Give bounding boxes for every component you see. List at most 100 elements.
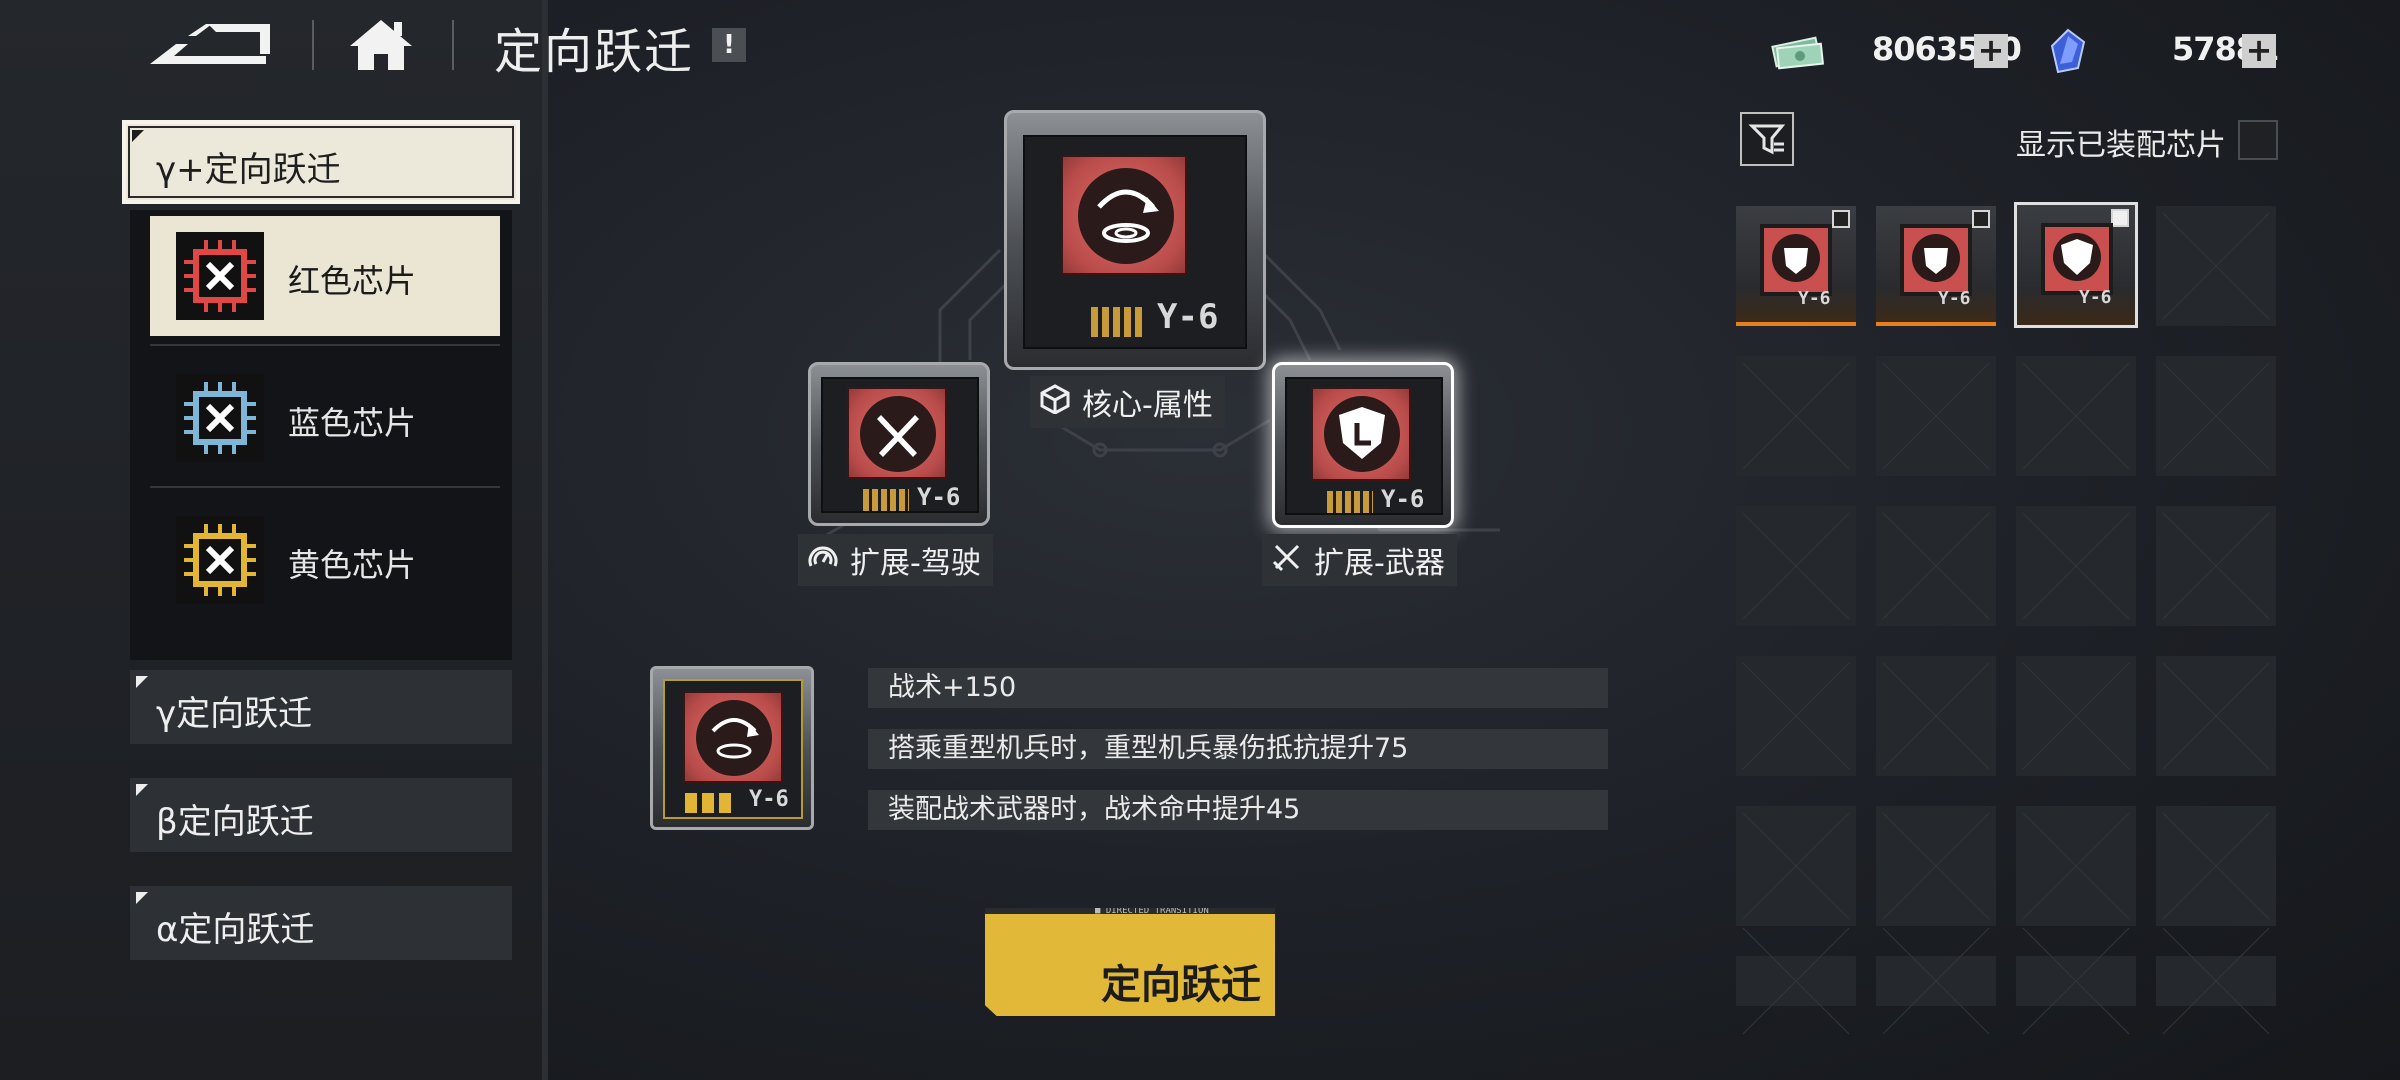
category-gamma[interactable]: γ定向跃迁 bbox=[130, 670, 512, 744]
empty-slot[interactable] bbox=[2156, 806, 2276, 926]
empty-slot[interactable] bbox=[2156, 356, 2276, 476]
speedometer-icon bbox=[808, 546, 838, 567]
back-arrow-icon bbox=[150, 24, 270, 64]
page-title: 定向跃迁 bbox=[494, 24, 695, 80]
weapon-chip-slot[interactable]: Y-6 bbox=[1272, 362, 1454, 528]
node-label-text: 扩展-驾驶 bbox=[850, 546, 981, 581]
cube-icon bbox=[1040, 384, 1070, 414]
empty-slot[interactable] bbox=[1876, 956, 1996, 1006]
inventory-chip-slot[interactable]: Y-6 bbox=[1876, 206, 1996, 326]
chip-tag: Y-6 bbox=[917, 483, 961, 511]
shield-icon bbox=[1324, 396, 1400, 472]
empty-slot[interactable] bbox=[2016, 806, 2136, 926]
filter-icon bbox=[1748, 124, 1786, 155]
divider bbox=[312, 20, 314, 70]
back-button[interactable] bbox=[148, 18, 272, 70]
chip-pins bbox=[863, 489, 909, 511]
directed-transition-button[interactable]: ■ DIRECTED TRANSITION 定向跃迁 bbox=[985, 908, 1275, 1016]
crossed-swords-icon bbox=[860, 396, 936, 472]
yellow-chip-icon bbox=[176, 516, 264, 604]
chip-face bbox=[1311, 387, 1411, 481]
chip-item-red[interactable]: 红色芯片 bbox=[150, 216, 500, 336]
cash-stack-icon bbox=[1770, 28, 1826, 72]
category-label: γ定向跃迁 bbox=[156, 694, 313, 734]
home-button[interactable] bbox=[348, 16, 414, 72]
home-icon bbox=[350, 20, 412, 70]
corner-mark bbox=[136, 784, 148, 796]
chip-label: 蓝色芯片 bbox=[288, 404, 417, 442]
corner-mark bbox=[132, 130, 144, 142]
button-subtext: ■ DIRECTED TRANSITION bbox=[1095, 906, 1209, 916]
empty-slot[interactable] bbox=[2016, 506, 2136, 626]
info-icon[interactable]: ! bbox=[712, 28, 746, 62]
chip-pins bbox=[685, 793, 735, 813]
add-crystal-button[interactable]: + bbox=[2242, 34, 2276, 68]
inventory-chip-slot[interactable]: Y-6 bbox=[1736, 206, 1856, 326]
chip-tag: Y-6 bbox=[1157, 297, 1219, 337]
divider bbox=[150, 486, 500, 488]
attribute-row: 战术+150 bbox=[868, 668, 1608, 708]
empty-slot[interactable] bbox=[1736, 806, 1856, 926]
divider bbox=[150, 344, 500, 346]
blue-crystal-icon bbox=[2048, 28, 2088, 74]
category-label: γ+定向跃迁 bbox=[156, 150, 341, 190]
chip-pins bbox=[1327, 491, 1373, 513]
empty-slot[interactable] bbox=[1876, 656, 1996, 776]
divider bbox=[452, 20, 454, 70]
preview-chip: Y-6 bbox=[650, 666, 814, 830]
empty-slot[interactable] bbox=[1736, 356, 1856, 476]
empty-slot[interactable] bbox=[1736, 956, 1856, 1006]
chip-label: 红色芯片 bbox=[288, 262, 417, 300]
corner-mark bbox=[136, 676, 148, 688]
inventory-chip-slot-selected[interactable]: Y-6 bbox=[2014, 202, 2138, 328]
blue-chip-icon bbox=[176, 374, 264, 462]
empty-slot[interactable] bbox=[1736, 506, 1856, 626]
chip-tag: Y-6 bbox=[1381, 485, 1425, 513]
empty-slot[interactable] bbox=[2016, 656, 2136, 776]
drive-node-label: 扩展-驾驶 bbox=[798, 534, 993, 586]
empty-slot[interactable] bbox=[2016, 356, 2136, 476]
category-alpha[interactable]: α定向跃迁 bbox=[130, 886, 512, 960]
chip-label: 黄色芯片 bbox=[288, 546, 417, 584]
button-label: 定向跃迁 bbox=[1101, 962, 1261, 1008]
crossed-swords-icon bbox=[1272, 544, 1300, 572]
attribute-row: 搭乘重型机兵时，重型机兵暴伤抵抗提升75 bbox=[868, 729, 1608, 769]
core-node-label: 核心-属性 bbox=[1030, 376, 1225, 428]
drive-chip-slot[interactable]: Y-6 bbox=[808, 362, 990, 526]
empty-slot[interactable] bbox=[1876, 506, 1996, 626]
node-label-text: 扩展-武器 bbox=[1314, 546, 1445, 581]
node-label-text: 核心-属性 bbox=[1082, 388, 1213, 423]
empty-slot[interactable] bbox=[2156, 506, 2276, 626]
attribute-row: 装配战术武器时，战术命中提升45 bbox=[868, 790, 1608, 830]
show-equipped-checkbox[interactable] bbox=[2238, 120, 2278, 160]
empty-slot[interactable] bbox=[2156, 656, 2276, 776]
category-beta[interactable]: β定向跃迁 bbox=[130, 778, 512, 852]
core-chip-slot[interactable]: Y-6 bbox=[1004, 110, 1266, 370]
filter-button[interactable] bbox=[1740, 112, 1794, 166]
chip-tag: Y-6 bbox=[749, 787, 789, 812]
chip-face bbox=[1061, 155, 1187, 275]
empty-slot[interactable] bbox=[1876, 356, 1996, 476]
arrow-swirl-icon bbox=[1078, 168, 1174, 264]
chip-item-blue[interactable]: 蓝色芯片 bbox=[150, 358, 500, 478]
empty-slot[interactable] bbox=[2156, 206, 2276, 326]
chip-pins bbox=[1091, 307, 1145, 337]
corner-mark bbox=[136, 892, 148, 904]
category-label: β定向跃迁 bbox=[156, 802, 314, 842]
empty-slot[interactable] bbox=[2016, 956, 2136, 1006]
chip-tag: Y-6 bbox=[2079, 287, 2112, 308]
category-label: α定向跃迁 bbox=[156, 910, 315, 950]
empty-slot[interactable] bbox=[1876, 806, 1996, 926]
chip-tag: Y-6 bbox=[1938, 288, 1971, 309]
red-chip-icon bbox=[176, 232, 264, 320]
arrow-swirl-icon bbox=[696, 700, 772, 776]
category-gamma-plus[interactable]: γ+定向跃迁 bbox=[122, 120, 520, 204]
add-gold-button[interactable]: + bbox=[1974, 34, 2008, 68]
chip-face bbox=[683, 691, 783, 783]
empty-slot[interactable] bbox=[2156, 956, 2276, 1006]
chip-face bbox=[847, 387, 947, 479]
chip-tag: Y-6 bbox=[1798, 288, 1831, 309]
empty-slot[interactable] bbox=[1736, 656, 1856, 776]
chip-item-yellow[interactable]: 黄色芯片 bbox=[150, 500, 500, 620]
weapon-node-label: 扩展-武器 bbox=[1262, 534, 1457, 586]
